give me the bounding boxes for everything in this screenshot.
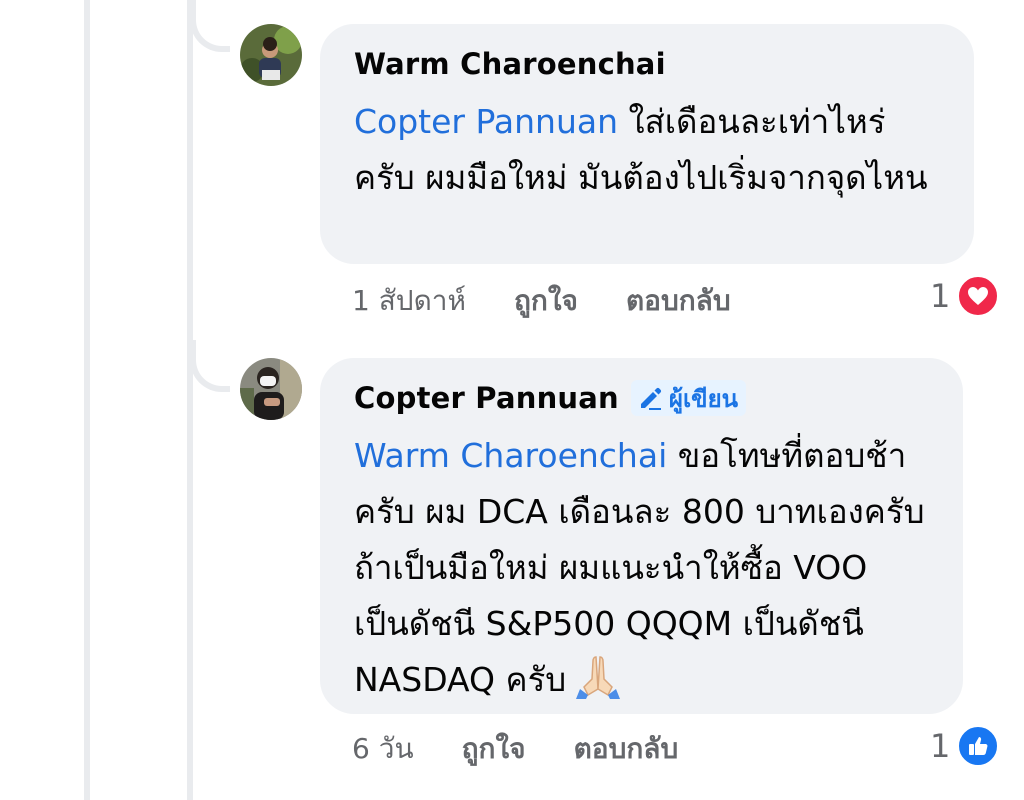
mention-link[interactable]: Warm Charoenchai <box>354 436 667 475</box>
pencil-icon <box>640 387 661 410</box>
reply-button[interactable]: ตอบกลับ <box>574 727 679 771</box>
comment-bubble: Copter Pannuan ผู้เขียน Warm Charoenchai… <box>320 358 963 714</box>
author-badge-label: ผู้เขียน <box>668 384 739 413</box>
comment-text: Warm Charoenchai ขอโทษที่ตอบช้าครับ ผม D… <box>354 428 929 708</box>
comment-actions: 6 วัน ถูกใจ ตอบกลับ <box>352 729 726 769</box>
avatar-photo <box>240 24 302 86</box>
reaction-count: 1 <box>930 727 951 765</box>
reaction-summary[interactable]: 1 <box>930 274 1001 318</box>
comment-body: ขอโทษที่ตอบช้าครับ ผม DCA เดือนละ 800 บา… <box>354 436 925 699</box>
like-button[interactable]: ถูกใจ <box>514 279 578 323</box>
comment-author[interactable]: Copter Pannuan <box>354 381 619 415</box>
avatar[interactable] <box>240 358 302 420</box>
heart-icon <box>956 274 1001 318</box>
reply-connector <box>190 0 230 52</box>
thread-line-outer <box>84 0 90 800</box>
comment-thread: Warm Charoenchai Copter Pannuan ใส่เดือน… <box>0 0 1024 800</box>
reply-button[interactable]: ตอบกลับ <box>626 279 731 323</box>
comment-bubble: Warm Charoenchai Copter Pannuan ใส่เดือน… <box>320 24 974 264</box>
folded-hands-emoji <box>576 656 621 699</box>
comment-author[interactable]: Warm Charoenchai <box>354 47 666 81</box>
author-badge: ผู้เขียน <box>630 380 747 416</box>
comment-text: Copter Pannuan ใส่เดือนละเท่าไหร่ครับ ผม… <box>354 94 940 206</box>
reaction-summary[interactable]: 1 <box>930 724 1001 768</box>
like-button[interactable]: ถูกใจ <box>462 727 526 771</box>
comment-actions: 1 สัปดาห์ ถูกใจ ตอบกลับ <box>352 281 779 321</box>
avatar-photo <box>240 358 302 420</box>
thread-line-inner <box>187 0 193 800</box>
mention-link[interactable]: Copter Pannuan <box>354 102 618 141</box>
reaction-count: 1 <box>930 277 951 315</box>
comment-timestamp[interactable]: 1 สัปดาห์ <box>352 279 466 323</box>
comment-timestamp[interactable]: 6 วัน <box>352 727 414 771</box>
avatar[interactable] <box>240 24 302 86</box>
thumbs-up-icon <box>956 724 1001 768</box>
reply-connector <box>190 340 230 392</box>
